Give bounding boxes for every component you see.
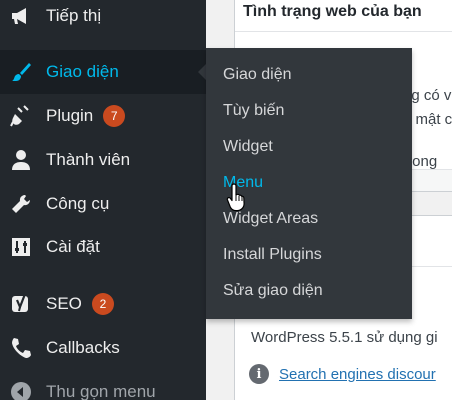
sidebar-item-callbacks[interactable]: Callbacks xyxy=(0,326,206,370)
sidebar-item-giao-dien[interactable]: Giao diện xyxy=(0,50,206,94)
megaphone-icon xyxy=(9,4,33,28)
info-icon: i xyxy=(249,364,269,384)
phone-icon xyxy=(9,336,33,360)
sidebar-item-label: SEO xyxy=(46,294,82,313)
sidebar-item-plugin[interactable]: Plugin 7 xyxy=(0,94,206,138)
wrench-icon xyxy=(9,192,33,216)
search-engine-notice: i Search engines discour xyxy=(249,364,436,384)
update-count-badge: 7 xyxy=(103,105,126,127)
sidebar-item-label: Thành viên xyxy=(46,150,131,169)
sidebar-item-cong-cu[interactable]: Công cụ xyxy=(0,182,206,226)
sidebar-item-seo[interactable]: SEO 2 xyxy=(0,282,206,326)
sidebar-item-tiep-thi[interactable]: Tiếp thị xyxy=(0,0,206,38)
search-engines-link[interactable]: Search engines discour xyxy=(279,366,436,383)
sidebar-item-cai-dat[interactable]: Cài đặt xyxy=(0,225,206,269)
sidebar-item-label: Công cụ xyxy=(46,194,110,213)
admin-sidebar: Tiếp thị Giao diện Plugin 7 Thành viên C… xyxy=(0,0,206,400)
appearance-submenu: Giao diện Tùy biến Widget Menu Widget Ar… xyxy=(206,48,412,319)
sidebar-item-label: Plugin xyxy=(46,106,94,125)
yoast-icon xyxy=(9,292,33,316)
submenu-item-menu[interactable]: Menu xyxy=(206,165,412,201)
active-indicator xyxy=(198,64,206,80)
sliders-icon xyxy=(9,235,33,259)
submenu-item-sua-giao-dien[interactable]: Sửa giao diện xyxy=(206,273,412,309)
sidebar-item-label: Giao diện xyxy=(46,62,119,81)
user-icon xyxy=(9,148,33,172)
paintbrush-icon xyxy=(9,60,33,84)
submenu-item-install-plugins[interactable]: Install Plugins xyxy=(206,237,412,273)
seo-notification-badge: 2 xyxy=(91,293,114,315)
panel-title: Tình trạng web của bạn xyxy=(243,3,422,20)
collapse-menu-button[interactable]: Thu gọn menu xyxy=(0,370,206,400)
plug-icon xyxy=(9,104,33,128)
panel-divider xyxy=(235,31,452,32)
submenu-item-widget-areas[interactable]: Widget Areas xyxy=(206,201,412,237)
collapse-arrow-icon xyxy=(9,380,33,400)
submenu-item-giao-dien[interactable]: Giao diện xyxy=(206,57,412,93)
wordpress-version-text: WordPress 5.5.1 sử dụng gi xyxy=(251,329,438,346)
submenu-item-widget[interactable]: Widget xyxy=(206,129,412,165)
submenu-item-tuy-bien[interactable]: Tùy biến xyxy=(206,93,412,129)
sidebar-item-label: Callbacks xyxy=(46,338,120,357)
sidebar-item-label: Cài đặt xyxy=(46,237,100,256)
sidebar-item-thanh-vien[interactable]: Thành viên xyxy=(0,138,206,182)
sidebar-item-label: Thu gọn menu xyxy=(46,382,156,400)
sidebar-item-label: Tiếp thị xyxy=(46,6,102,25)
